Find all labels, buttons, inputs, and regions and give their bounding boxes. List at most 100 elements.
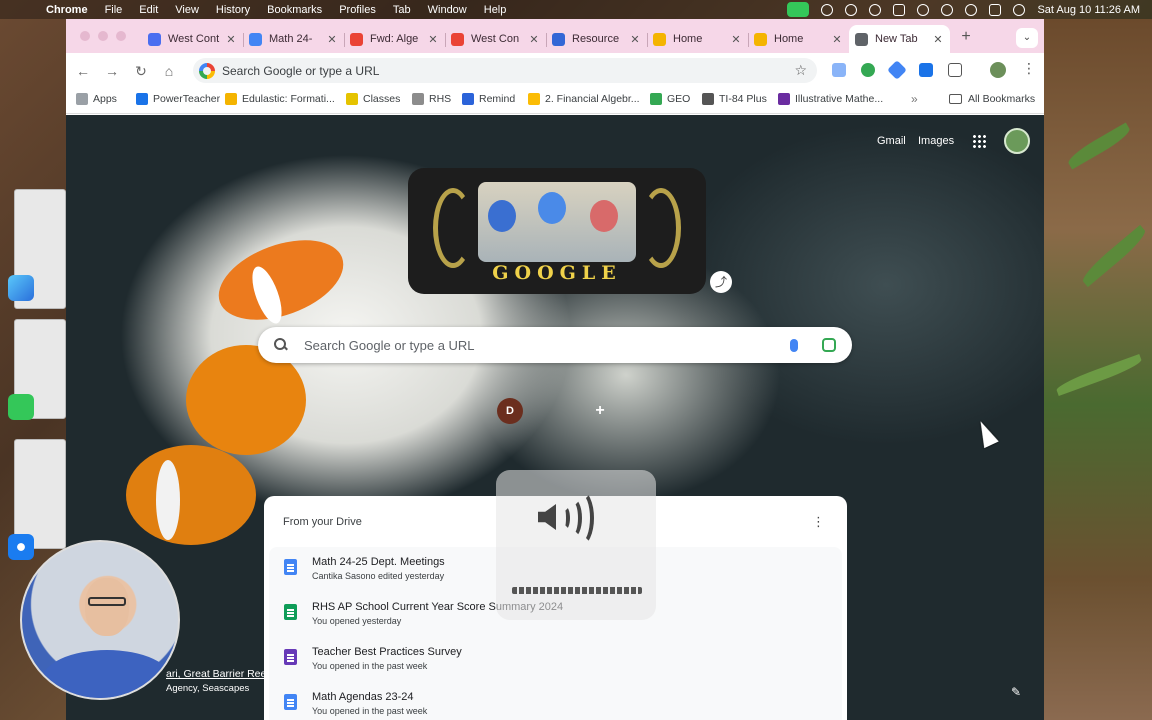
tab[interactable]: Math 24- ✕ (243, 25, 344, 53)
tab[interactable]: Home ✕ (748, 25, 849, 53)
omnibox[interactable]: Search Google or type a URL ☆ (193, 58, 817, 83)
background-window[interactable] (14, 439, 66, 549)
tab[interactable]: Home ✕ (647, 25, 748, 53)
tab[interactable]: West Con ✕ (445, 25, 546, 53)
drive-file-title: Math 24-25 Dept. Meetings (312, 556, 445, 568)
tab-search-button[interactable]: ⌄ (1016, 28, 1038, 48)
credit-title[interactable]: ari, Great Barrier Ree (166, 668, 286, 680)
menu-file[interactable]: File (105, 4, 123, 16)
bookmark-item[interactable]: Remind (462, 93, 515, 105)
account-avatar[interactable] (1004, 128, 1030, 154)
drive-file-item[interactable]: Teacher Best Practices Survey You opened … (269, 642, 829, 682)
bookmark-item[interactable]: RHS (412, 93, 451, 105)
tab[interactable]: West Cont ✕ (142, 25, 243, 53)
tab[interactable]: Resource ✕ (546, 25, 647, 53)
menu-tab[interactable]: Tab (393, 4, 411, 16)
extension-icon[interactable] (861, 63, 875, 77)
menu-edit[interactable]: Edit (139, 4, 158, 16)
reload-button[interactable]: ↻ (130, 60, 152, 82)
bookmark-item[interactable]: Edulastic: Formati... (225, 93, 335, 105)
wifi-icon[interactable] (917, 3, 930, 16)
tab-close-icon[interactable]: ✕ (831, 33, 843, 46)
bookmark-item[interactable]: PowerTeacher (136, 93, 220, 105)
brightness-icon[interactable] (845, 3, 858, 16)
volume-level-bar (512, 587, 642, 594)
all-bookmarks-button[interactable]: All Bookmarks (949, 93, 1035, 105)
menubar-datetime[interactable]: Sat Aug 10 11:26 AM (1037, 4, 1140, 16)
tab-active[interactable]: New Tab ✕ (849, 25, 950, 53)
tab[interactable]: Fwd: Alge ✕ (344, 25, 445, 53)
tab-close-icon[interactable]: ✕ (427, 33, 439, 46)
bookmark-star-icon[interactable]: ☆ (794, 62, 807, 79)
images-link[interactable]: Images (918, 135, 954, 147)
tab-close-icon[interactable]: ✕ (326, 33, 338, 46)
close-window-button[interactable] (80, 31, 90, 41)
extension-icon[interactable] (832, 63, 846, 77)
google-doodle[interactable]: GOOGLE (408, 168, 706, 294)
menu-help[interactable]: Help (484, 4, 507, 16)
google-lens-icon[interactable] (822, 338, 836, 352)
speaker-icon (538, 504, 556, 530)
drive-file-activity: You opened yesterday (312, 616, 402, 626)
bookmarks-overflow-icon[interactable]: » (911, 92, 918, 106)
bookmark-favicon-icon (76, 93, 88, 105)
bookmark-item[interactable]: 2. Financial Algebr... (528, 93, 640, 105)
drive-file-activity: Cantika Sasono edited yesterday (312, 571, 445, 581)
extension-icon[interactable] (919, 63, 933, 77)
zoom-window-button[interactable] (116, 31, 126, 41)
safari-icon[interactable] (8, 534, 34, 560)
extensions-puzzle-icon[interactable] (948, 63, 962, 77)
chrome-menu-icon[interactable]: ⋮ (1022, 60, 1036, 77)
doodle-bird (488, 200, 516, 232)
bookmark-item[interactable]: Classes (346, 93, 400, 105)
customize-chrome-icon[interactable]: ✎ (1011, 685, 1021, 699)
tab-close-icon[interactable]: ✕ (629, 33, 641, 46)
gmail-link[interactable]: Gmail (877, 135, 906, 147)
drive-file-icon (284, 649, 297, 665)
extension-icon[interactable] (887, 60, 907, 80)
bookmark-item[interactable]: Illustrative Mathe... (778, 93, 883, 105)
home-button[interactable]: ⌂ (158, 60, 180, 82)
drive-file-item[interactable]: Math Agendas 23-24 You opened in the past… (269, 687, 829, 720)
bookmark-item[interactable]: Apps (76, 93, 117, 105)
tab-close-icon[interactable]: ✕ (225, 33, 237, 46)
shortcut-tile[interactable]: D (465, 398, 555, 424)
credit-collection[interactable]: Agency, Seascapes (166, 683, 286, 694)
doodle-bird (538, 192, 566, 224)
forward-button[interactable]: → (101, 60, 123, 82)
tab-close-icon[interactable]: ✕ (932, 33, 944, 46)
minimize-window-button[interactable] (98, 31, 108, 41)
drive-file-title: Math Agendas 23-24 (312, 691, 414, 703)
voice-search-icon[interactable] (790, 338, 798, 352)
siri-icon[interactable] (1013, 3, 1026, 16)
record-icon[interactable] (821, 3, 834, 16)
bookmark-item[interactable]: GEO (650, 93, 690, 105)
google-apps-icon[interactable] (972, 134, 986, 148)
bookmark-item[interactable]: TI-84 Plus (702, 93, 767, 105)
add-shortcut-tile[interactable]: + (555, 398, 645, 424)
menu-profiles[interactable]: Profiles (339, 4, 376, 16)
control-center-icon[interactable] (989, 3, 1002, 16)
messages-icon[interactable] (8, 394, 34, 420)
drive-card-menu-icon[interactable]: ⋮ (812, 514, 825, 530)
menu-history[interactable]: History (216, 4, 250, 16)
tab-close-icon[interactable]: ✕ (528, 33, 540, 46)
tab-close-icon[interactable]: ✕ (730, 33, 742, 46)
profile-avatar[interactable] (990, 62, 1006, 78)
finder-icon[interactable] (8, 275, 34, 301)
menu-window[interactable]: Window (428, 4, 467, 16)
clock-icon[interactable] (869, 3, 882, 16)
menu-bookmarks[interactable]: Bookmarks (267, 4, 322, 16)
presenter-glasses (88, 597, 126, 606)
ntp-search-box[interactable]: Search Google or type a URL (258, 327, 852, 363)
camera-icon[interactable] (787, 2, 810, 17)
menu-app-name[interactable]: Chrome (46, 4, 88, 16)
menu-view[interactable]: View (175, 4, 199, 16)
share-doodle-button[interactable]: ⤴ (710, 271, 732, 293)
new-tab-button[interactable]: + (956, 27, 976, 47)
battery-icon[interactable] (893, 3, 906, 16)
user-icon[interactable] (941, 3, 954, 16)
spotlight-icon[interactable] (965, 3, 978, 16)
back-button[interactable]: ← (72, 60, 94, 82)
background-credit[interactable]: ari, Great Barrier Ree Agency, Seascapes (166, 668, 286, 694)
